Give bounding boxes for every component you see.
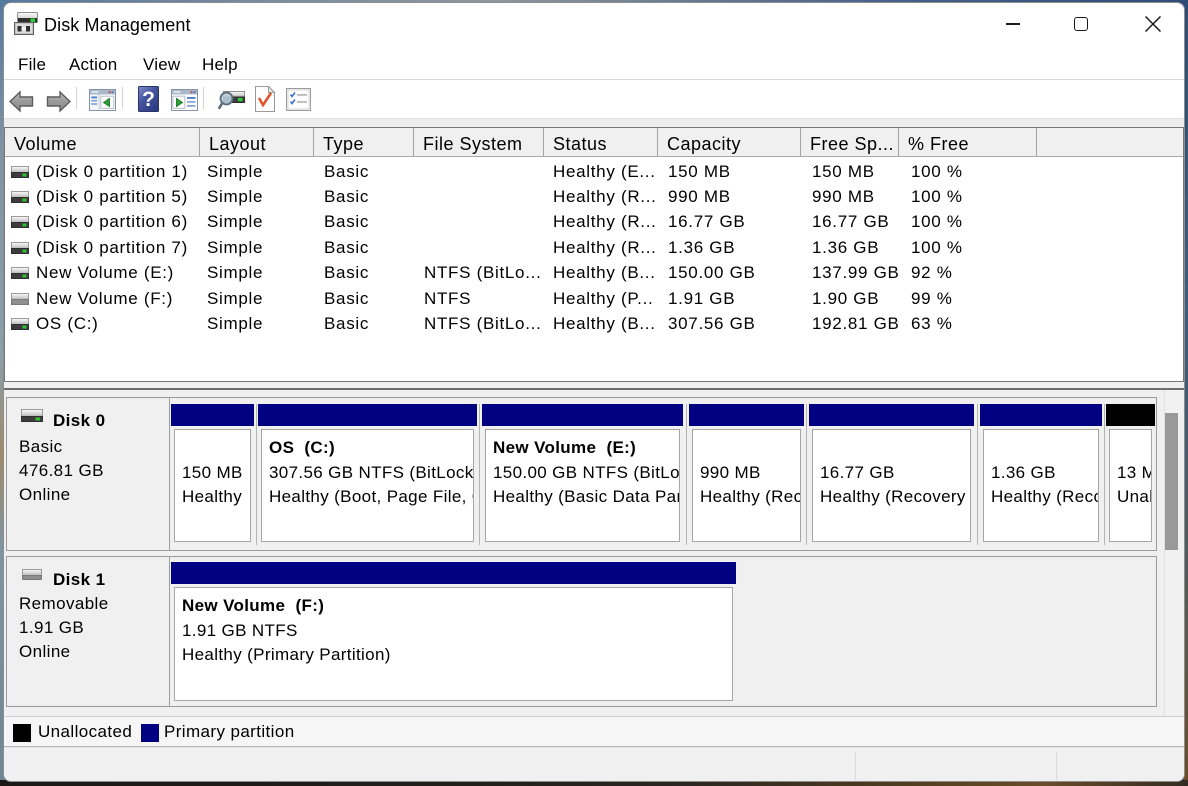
svg-text:?: ?: [142, 88, 155, 111]
